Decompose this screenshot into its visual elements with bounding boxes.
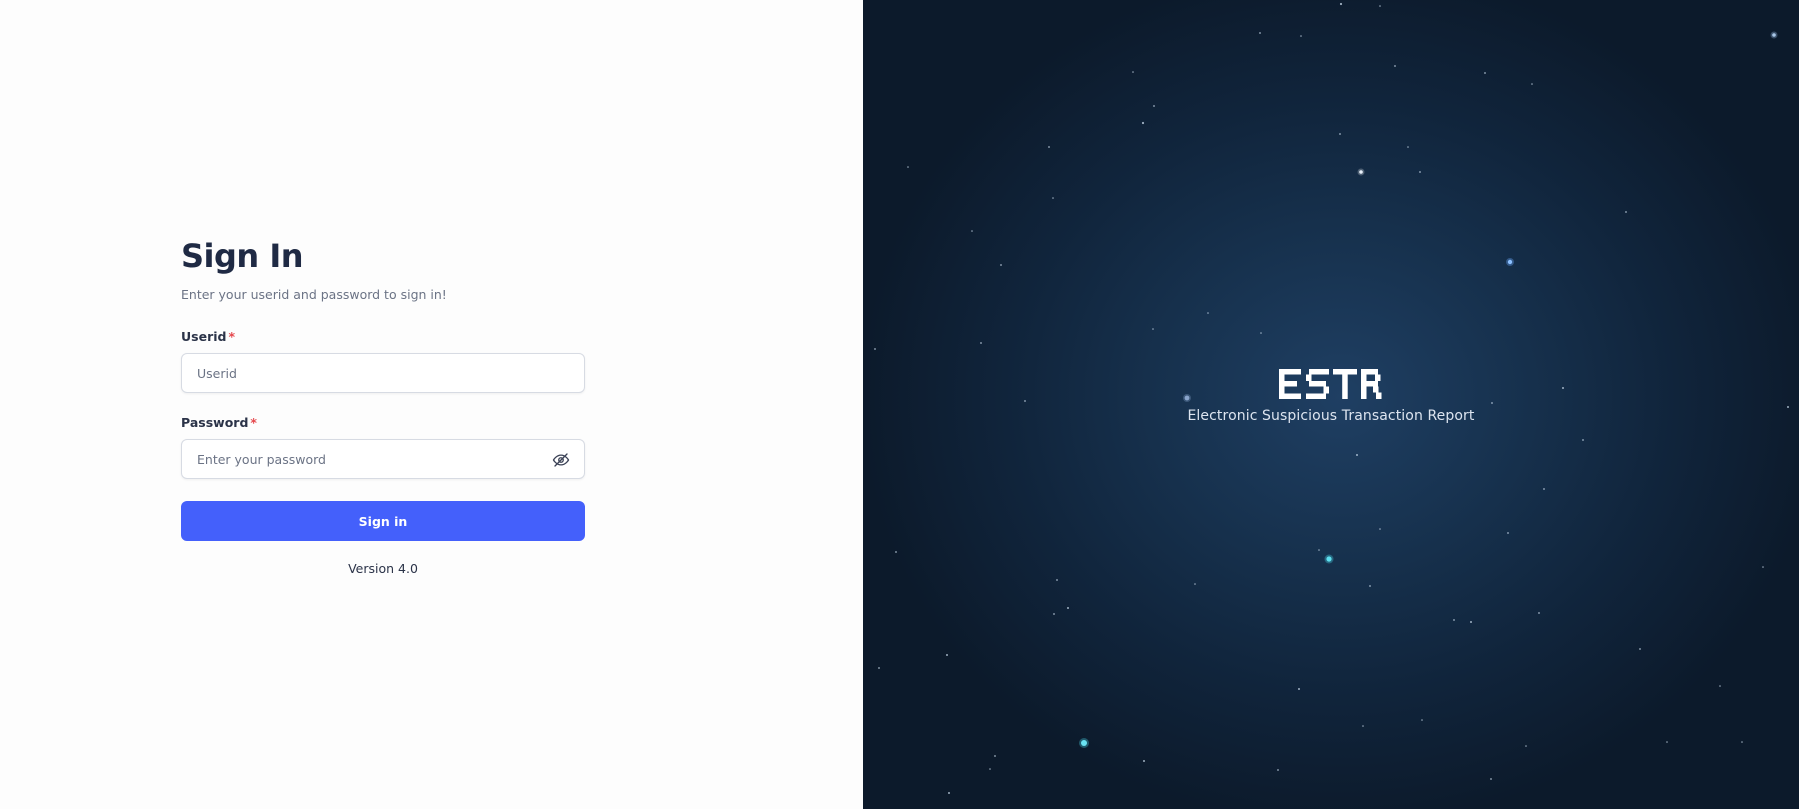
password-field — [181, 439, 585, 479]
brand-block: Electronic Suspicious Transaction Report — [863, 369, 1799, 424]
signin-form: Sign In Enter your userid and password t… — [181, 235, 585, 576]
required-mark: * — [228, 329, 236, 344]
brand-panel: Electronic Suspicious Transaction Report — [863, 0, 1799, 809]
required-mark: * — [250, 415, 257, 430]
version-text: Version 4.0 — [348, 561, 418, 576]
password-input[interactable] — [182, 440, 584, 478]
login-page: Sign In Enter your userid and password t… — [0, 0, 1799, 809]
userid-label: Userid * — [181, 329, 585, 345]
userid-input[interactable] — [182, 354, 584, 392]
page-title: Sign In — [181, 237, 304, 275]
signin-panel: Sign In Enter your userid and password t… — [0, 0, 863, 809]
password-label: Password * — [181, 415, 585, 431]
userid-field — [181, 353, 585, 393]
estr-logo — [1279, 369, 1382, 399]
page-subtitle: Enter your userid and password to sign i… — [181, 287, 447, 302]
userid-label-text: Userid — [181, 329, 227, 344]
brand-tagline: Electronic Suspicious Transaction Report — [1187, 408, 1475, 424]
signin-button[interactable]: Sign in — [181, 501, 585, 541]
password-label-text: Password — [181, 415, 249, 430]
eye-off-icon[interactable] — [552, 451, 570, 469]
